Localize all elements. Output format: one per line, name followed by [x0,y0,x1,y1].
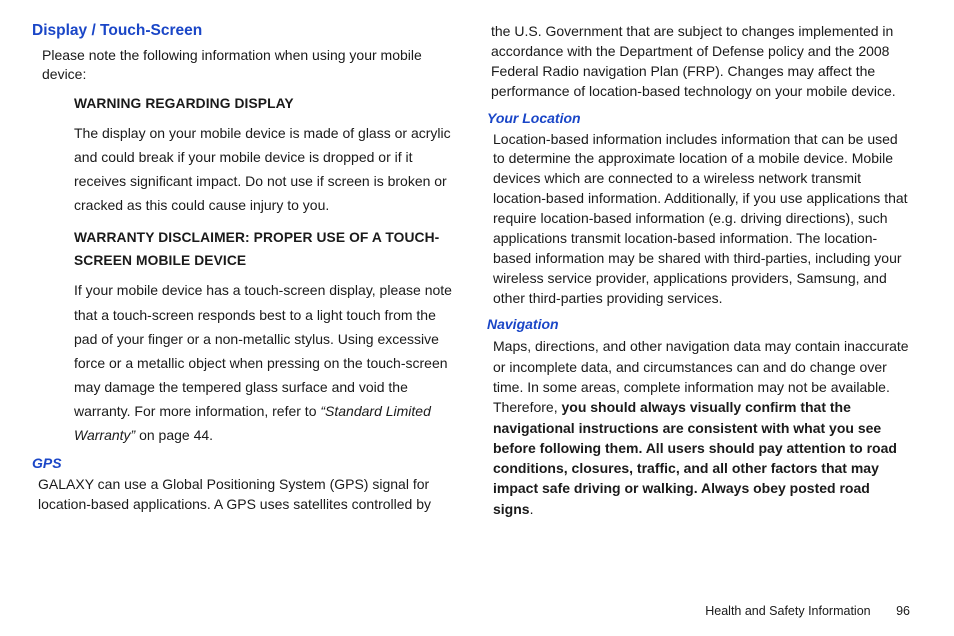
gps-continuation-paragraph: the U.S. Government that are subject to … [491,22,912,102]
warranty-disclaimer-paragraph: If your mobile device has a touch-screen… [74,278,453,447]
heading-your-location: Your Location [487,110,912,126]
footer-page-number: 96 [896,604,910,618]
gps-paragraph: GALAXY can use a Global Positioning Syst… [32,475,453,515]
warranty-disclaimer-heading: WARRANTY DISCLAIMER: PROPER USE OF A TOU… [74,226,453,273]
disclaimer-page-ref: on page 44. [135,427,213,443]
document-page: Display / Touch-Screen Please note the f… [0,0,954,636]
heading-navigation: Navigation [487,316,912,332]
page-footer: Health and Safety Information 96 [705,604,910,618]
indented-block: WARNING REGARDING DISPLAY The display on… [32,92,453,447]
two-column-body: Display / Touch-Screen Please note the f… [32,22,912,582]
heading-gps: GPS [32,455,453,471]
disclaimer-text: If your mobile device has a touch-screen… [74,282,452,418]
footer-section-title: Health and Safety Information [705,604,870,618]
warning-display-paragraph: The display on your mobile device is mad… [74,121,453,217]
heading-display-touch-screen: Display / Touch-Screen [32,22,453,40]
navigation-paragraph: Maps, directions, and other navigation d… [491,336,912,519]
lead-paragraph: Please note the following information wh… [32,46,453,84]
navigation-warning-bold: you should always visually confirm that … [493,399,897,516]
your-location-paragraph: Location-based information includes info… [491,130,912,309]
warning-display-heading: WARNING REGARDING DISPLAY [74,92,453,115]
navigation-tail: . [530,501,534,517]
